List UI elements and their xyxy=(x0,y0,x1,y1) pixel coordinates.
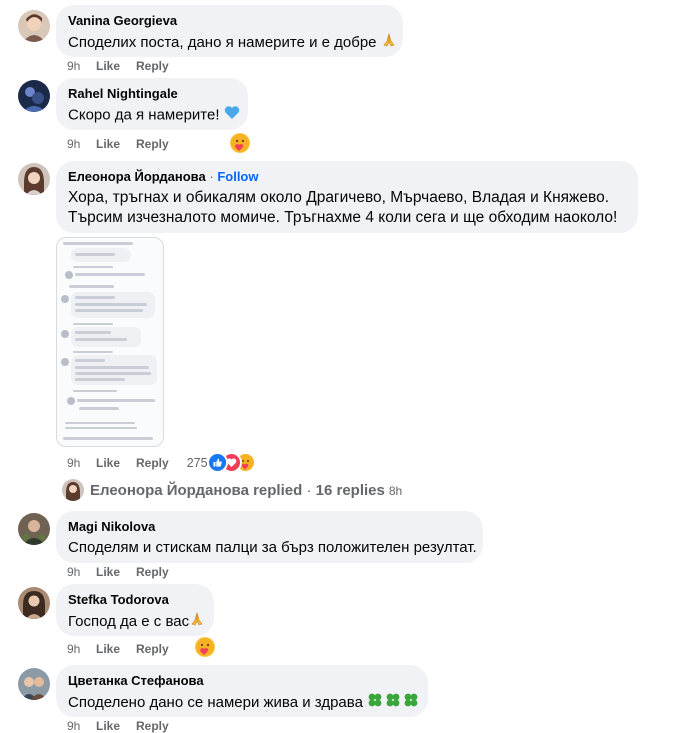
comment-time[interactable]: 9h xyxy=(67,642,96,656)
comment-text-line2: Търсим изчезналото момиче. Тръгнахме 4 к… xyxy=(68,209,618,226)
four-leaf-clover-emoji xyxy=(367,692,421,714)
comment-bubble: Цветанка Стефанова Споделено дано се нам… xyxy=(56,665,428,717)
replies-label: replied xyxy=(253,481,303,499)
comment-time[interactable]: 9h xyxy=(67,59,96,73)
comment-bubble: Vanina Georgieva Споделих поста, дано я … xyxy=(56,5,403,57)
comment-author[interactable]: Цветанка Стефанова xyxy=(68,673,416,689)
comment-text: Споделям и стискам палци за бърз положит… xyxy=(68,539,477,556)
care-reaction-icon[interactable] xyxy=(230,133,250,153)
attachment-screenshot[interactable] xyxy=(56,237,164,447)
avatar[interactable] xyxy=(18,668,50,700)
avatar[interactable] xyxy=(18,163,50,195)
comment-text: Господ да е с вас xyxy=(68,612,190,630)
comment-time[interactable]: 9h xyxy=(67,719,96,733)
comment-time[interactable]: 9h xyxy=(67,565,96,579)
reply-button[interactable]: Reply xyxy=(136,137,169,151)
pray-emoji xyxy=(189,611,205,633)
pray-emoji xyxy=(381,32,397,54)
avatar xyxy=(62,479,84,501)
care-reaction-icon[interactable] xyxy=(195,637,215,657)
comment-bubble: Magi Nikolova Споделям и стискам палци з… xyxy=(56,511,483,563)
like-button[interactable]: Like xyxy=(96,137,120,151)
like-reaction-icon xyxy=(208,454,226,471)
avatar[interactable] xyxy=(18,513,50,545)
comment-text: Споделено дано се намери жива и здрава xyxy=(68,693,363,711)
comment-time[interactable]: 9h xyxy=(67,456,96,470)
comment-author[interactable]: Magi Nikolova xyxy=(68,519,471,535)
comment-text: Споделих поста, дано я намерите и е добр… xyxy=(68,33,377,51)
comment-time[interactable]: 9h xyxy=(67,137,96,151)
reaction-count[interactable]: 275 xyxy=(187,456,208,470)
comment-bubble: Stefka Todorova Господ да е с вас xyxy=(56,584,214,636)
avatar[interactable] xyxy=(18,80,50,112)
like-button[interactable]: Like xyxy=(96,565,120,579)
reply-button[interactable]: Reply xyxy=(136,719,169,733)
replies-author: Елеонора Йорданова xyxy=(90,481,249,499)
like-button[interactable]: Like xyxy=(96,719,120,733)
comment-text: Хора, тръгнах и обикалям около Драгичево… xyxy=(68,189,610,206)
like-button[interactable]: Like xyxy=(96,59,120,73)
reply-button[interactable]: Reply xyxy=(136,642,169,656)
reply-button[interactable]: Reply xyxy=(136,565,169,579)
comment-author[interactable]: Vanina Georgieva xyxy=(68,13,391,29)
separator-dot: · xyxy=(209,169,214,184)
comment-author[interactable]: Rahel Nightingale xyxy=(68,86,236,102)
comment-bubble: Елеонора Йорданова · Follow Хора, тръгна… xyxy=(56,161,638,233)
comment-author[interactable]: Елеонора Йорданова xyxy=(68,169,206,184)
view-replies-link[interactable]: Елеонора Йорданова replied · 16 replies … xyxy=(62,479,402,501)
comment-text: Скоро да я намерите! xyxy=(68,106,220,124)
blue-heart-emoji xyxy=(224,105,240,126)
comment-author[interactable]: Stefka Todorova xyxy=(68,592,202,608)
reply-button[interactable]: Reply xyxy=(136,59,169,73)
avatar[interactable] xyxy=(18,587,50,619)
like-button[interactable]: Like xyxy=(96,642,120,656)
comment-bubble: Rahel Nightingale Скоро да я намерите! xyxy=(56,78,248,130)
replies-time: 8h xyxy=(388,484,403,498)
reply-button[interactable]: Reply xyxy=(136,456,169,470)
avatar[interactable] xyxy=(18,10,50,42)
replies-count: 16 replies xyxy=(315,481,385,499)
separator-dot: · xyxy=(306,481,312,499)
reactions-summary[interactable] xyxy=(208,454,254,471)
follow-button[interactable]: Follow xyxy=(217,169,258,184)
like-button[interactable]: Like xyxy=(96,456,120,470)
